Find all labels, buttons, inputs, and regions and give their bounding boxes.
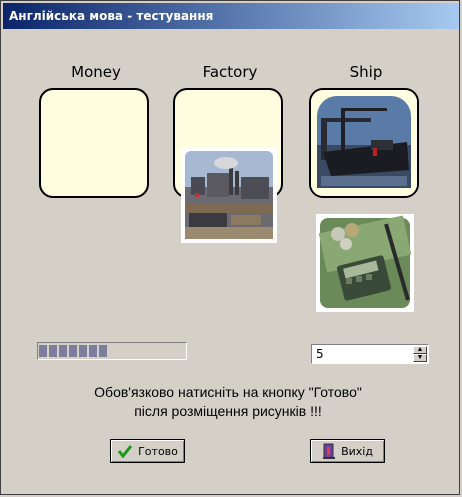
client-area: Money Factory Ship 5 ▲ ▼ Обов'язково нат… [3, 31, 459, 494]
done-button[interactable]: Готово [110, 439, 185, 463]
instruction-line-1: Обов'язково натисніть на кнопку "Готово" [94, 384, 362, 400]
factory-image[interactable] [181, 147, 277, 243]
target-label-ship: Ship [349, 63, 383, 81]
progress-segment [49, 345, 57, 357]
spinner-buttons: ▲ ▼ [413, 346, 427, 362]
exit-door-icon [323, 443, 336, 459]
progress-segment [99, 345, 107, 357]
target-label-factory: Factory [202, 63, 258, 81]
drop-slot-ship[interactable] [309, 88, 419, 198]
spinner-down-icon[interactable]: ▼ [413, 354, 427, 362]
progress-segment [69, 345, 77, 357]
instruction-line-2: після розміщення рисунків !!! [134, 403, 322, 419]
money-image[interactable] [316, 214, 414, 312]
done-button-label: Готово [138, 444, 178, 458]
spinner-up-icon[interactable]: ▲ [413, 346, 427, 354]
count-spinner[interactable]: 5 ▲ ▼ [311, 344, 429, 364]
progress-segment [79, 345, 87, 357]
progress-segment [59, 345, 67, 357]
progress-segment [89, 345, 97, 357]
ship-image[interactable] [311, 90, 417, 196]
app-window: Англійська мова - тестування Money Facto… [0, 0, 460, 495]
instruction-message: Обов'язково натисніть на кнопку "Готово"… [23, 383, 433, 421]
check-icon [117, 445, 133, 458]
exit-button-label: Вихід [341, 444, 373, 458]
progress-bar [37, 342, 187, 360]
exit-button[interactable]: Вихід [310, 439, 385, 463]
title-bar[interactable]: Англійська мова - тестування [3, 3, 459, 29]
spinner-value[interactable]: 5 [316, 347, 324, 361]
drop-slot-money[interactable] [39, 88, 149, 198]
target-label-money: Money [71, 63, 121, 81]
window-title: Англійська мова - тестування [9, 9, 214, 23]
progress-segment [39, 345, 47, 357]
